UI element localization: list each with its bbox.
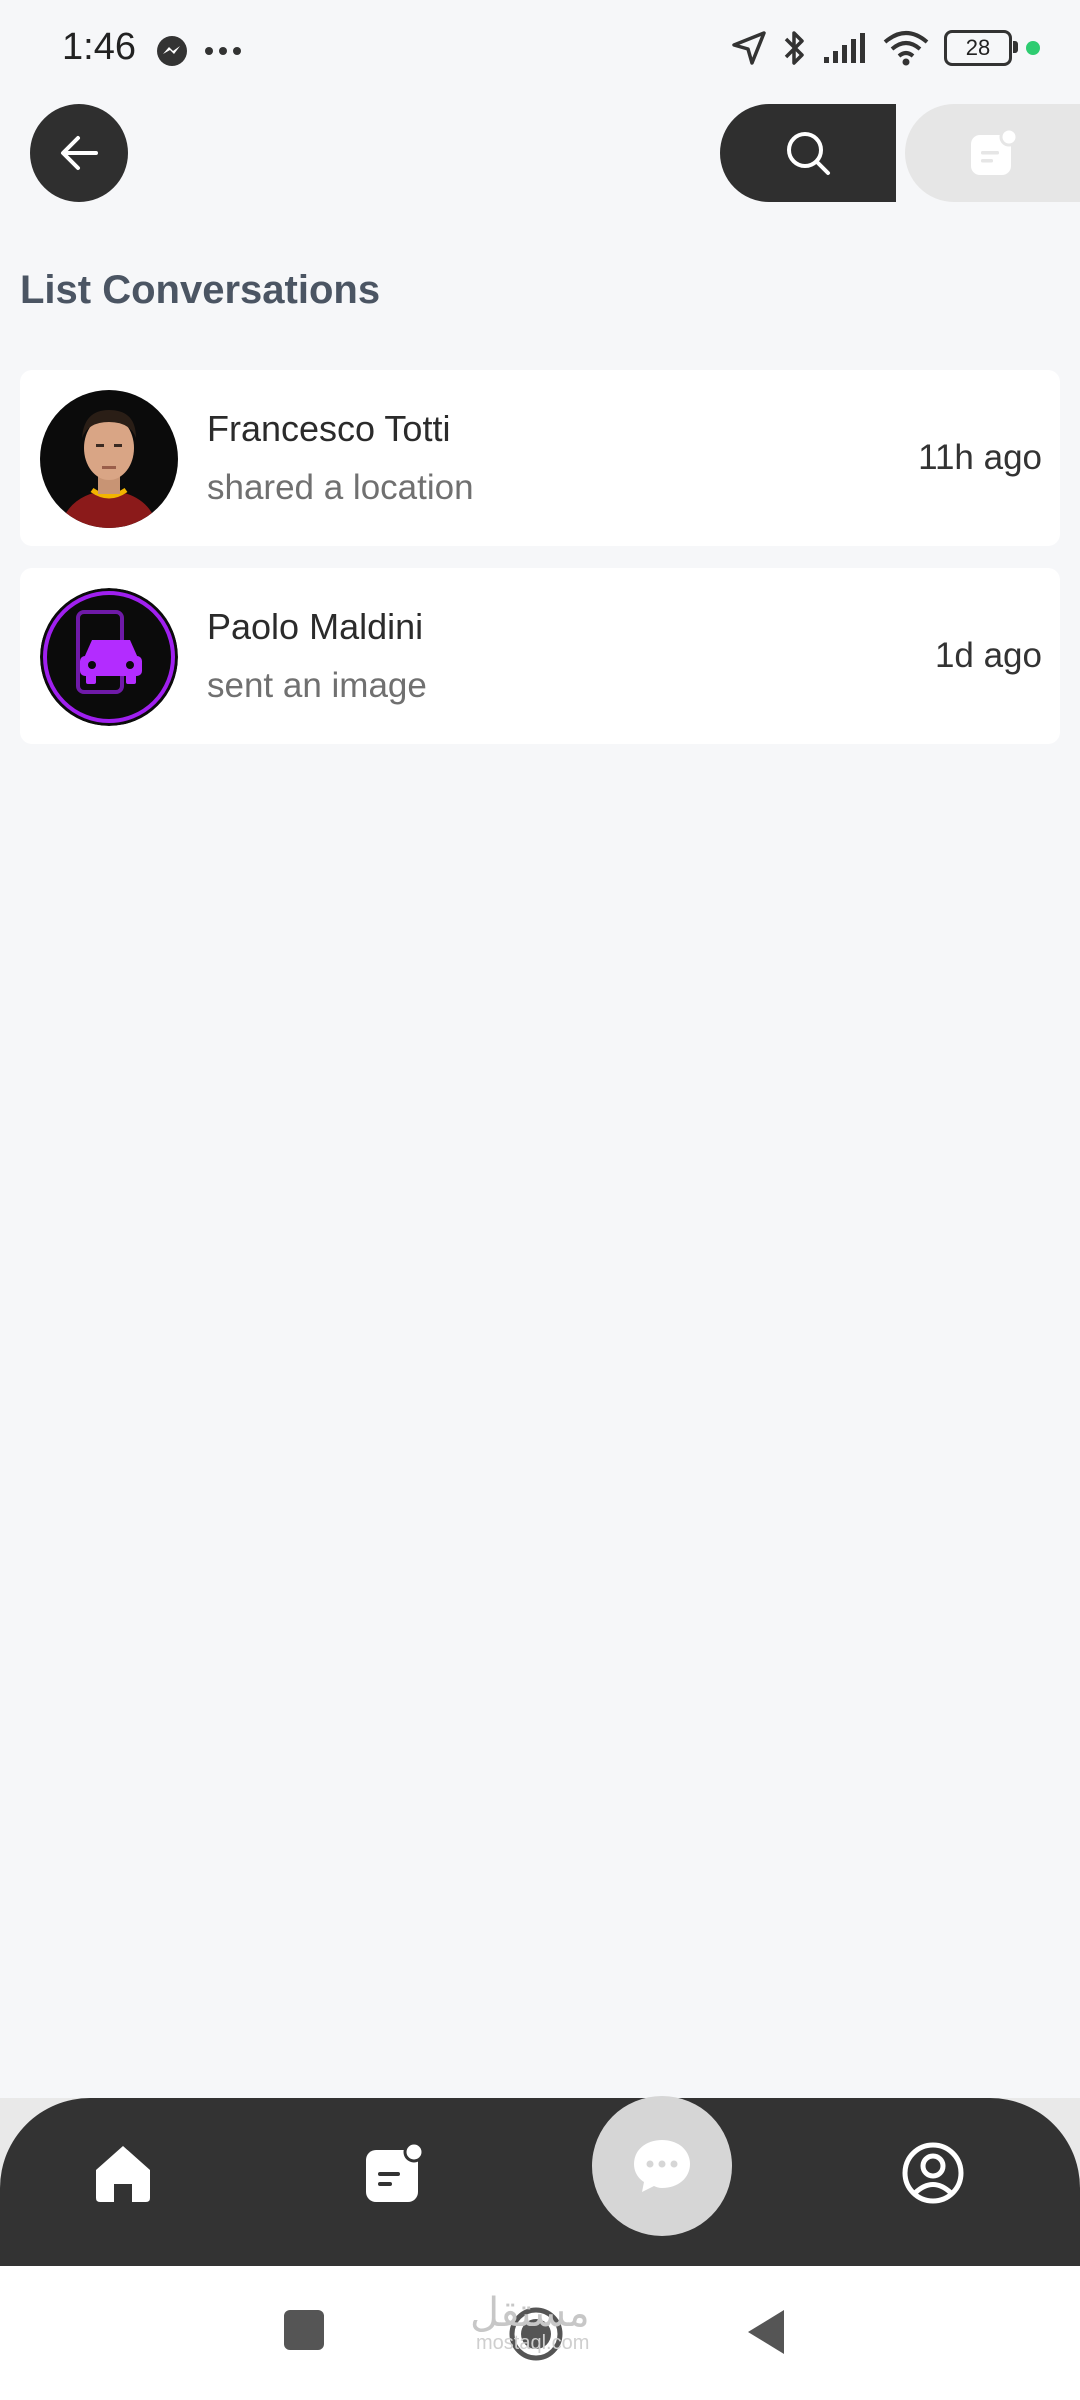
- battery-level: 28: [965, 35, 991, 60]
- status-bar: 1:46 28: [0, 0, 1080, 104]
- bottom-navigation: [0, 2096, 1080, 2266]
- conversation-list: Francesco Totti shared a location 11h ag…: [20, 370, 1060, 766]
- conversation-name: Paolo Maldini: [207, 606, 424, 647]
- bluetooth-icon: [784, 31, 804, 65]
- conversation-preview: sent an image: [207, 666, 427, 705]
- conversation-name: Francesco Totti: [207, 408, 451, 449]
- nav-chat[interactable]: [592, 2096, 732, 2236]
- green-dot-indicator: [1026, 41, 1040, 55]
- nav-profile[interactable]: [898, 2138, 968, 2208]
- chat-bubble-icon: [634, 2140, 690, 2192]
- watermark: مستقل: [470, 2291, 590, 2335]
- status-time: 1:46: [62, 26, 136, 68]
- home-icon: [96, 2146, 150, 2202]
- more-dots-icon: [205, 47, 241, 55]
- notes-button[interactable]: [905, 104, 1080, 202]
- note-badge-icon: [970, 127, 1018, 175]
- search-button[interactable]: [720, 104, 896, 202]
- wifi-icon: [883, 31, 929, 66]
- conversation-time: 11h ago: [918, 438, 1042, 477]
- signal-icon: [824, 33, 865, 63]
- avatar: [40, 588, 178, 726]
- arrow-left-icon: [61, 136, 98, 170]
- location-arrow-icon: [732, 31, 766, 65]
- nav-notes[interactable]: [358, 2138, 428, 2208]
- back-button[interactable]: [30, 104, 128, 202]
- search-icon: [787, 132, 830, 175]
- conversation-item[interactable]: Paolo Maldini sent an image 1d ago: [20, 568, 1060, 744]
- conversation-preview: shared a location: [207, 468, 474, 507]
- watermark-sub: mostaql.com: [476, 2332, 590, 2354]
- messenger-icon: [157, 36, 187, 66]
- avatar: [40, 390, 178, 528]
- recents-square-icon[interactable]: [282, 2308, 326, 2352]
- player-photo: [40, 390, 178, 528]
- page-title: List Conversations: [20, 268, 381, 312]
- conversation-time: 1d ago: [934, 636, 1042, 675]
- note-badge-icon: [366, 2141, 425, 2202]
- back-triangle-icon[interactable]: [744, 2308, 788, 2356]
- profile-icon: [902, 2142, 964, 2204]
- car-app-logo: [40, 588, 178, 726]
- conversation-item[interactable]: Francesco Totti shared a location 11h ag…: [20, 370, 1060, 546]
- battery-icon: 28: [944, 30, 1018, 66]
- nav-home[interactable]: [88, 2138, 158, 2208]
